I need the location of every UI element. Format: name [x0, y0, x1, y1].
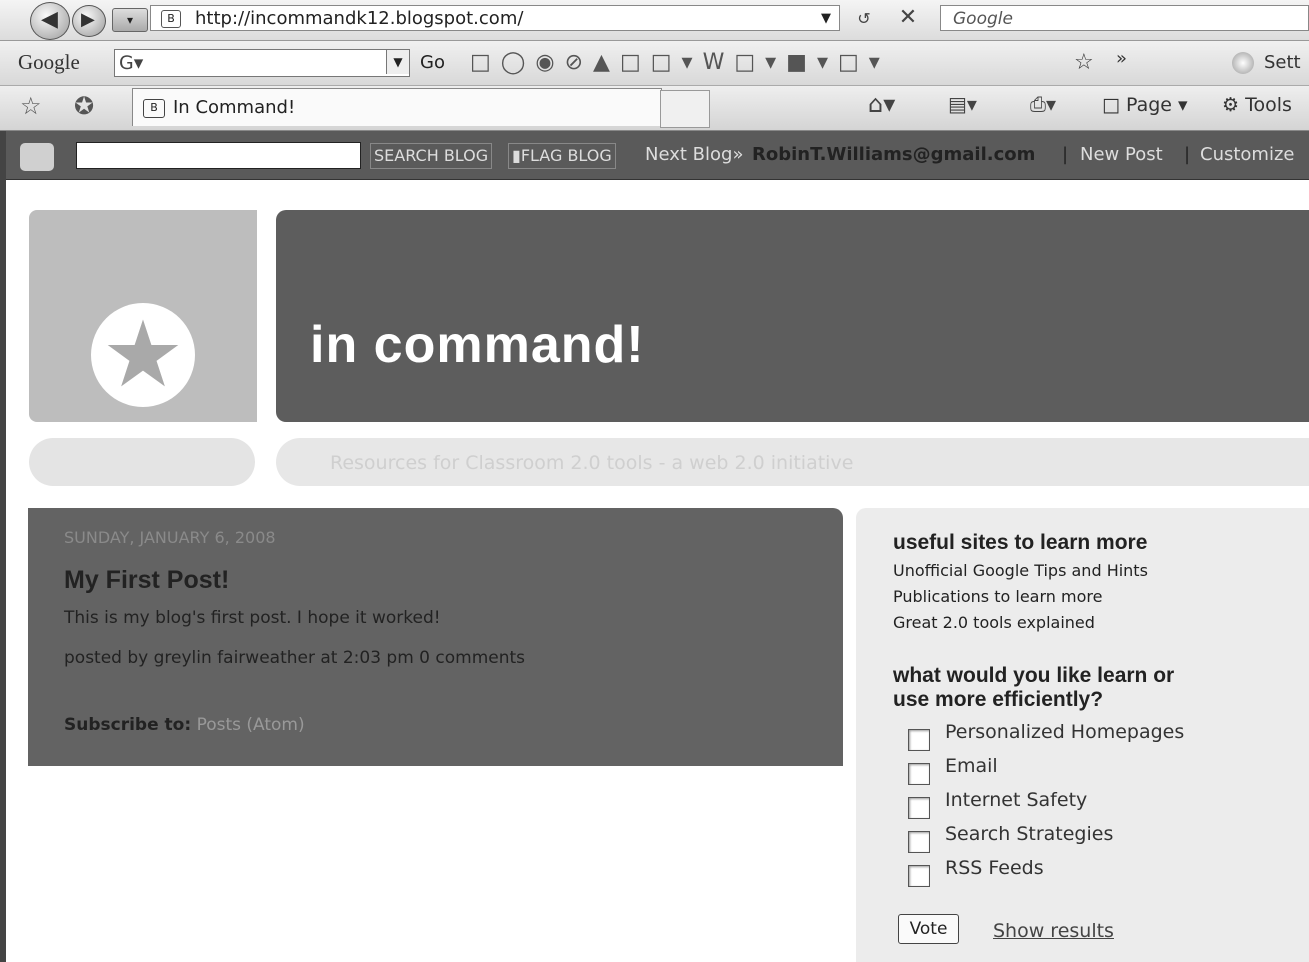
tab-title: In Command!	[173, 97, 296, 118]
print-icon[interactable]: ⎙▾	[1030, 92, 1056, 116]
poll-heading: what would you like learn or	[893, 664, 1175, 687]
forward-button[interactable]: ▶	[72, 5, 106, 37]
poll-checkbox[interactable]	[908, 763, 930, 785]
poll-option-label: Email	[945, 755, 998, 777]
feed-icon[interactable]: ▤▾	[948, 92, 977, 116]
user-email: RobinT.Williams@gmail.com	[752, 144, 1036, 165]
url-dropdown-icon[interactable]: ▼	[821, 6, 831, 32]
blog-search-input[interactable]	[76, 142, 361, 169]
google-toolbar-logo: Google	[18, 50, 80, 74]
poll-checkbox[interactable]	[908, 729, 930, 751]
toolbar-icons[interactable]: □◯◉⊘▲□□▾W□▾■▾□▾	[470, 50, 890, 75]
post-date: SUNDAY, JANUARY 6, 2008	[64, 528, 276, 547]
poll-checkbox[interactable]	[908, 797, 930, 819]
poll-option-label: Personalized Homepages	[945, 721, 1185, 743]
sidebar-link[interactable]: Unofficial Google Tips and Hints	[893, 561, 1148, 580]
back-button[interactable]: ◀	[30, 2, 70, 40]
page-icon: B	[143, 99, 165, 118]
blog-description: Resources for Classroom 2.0 tools - a we…	[330, 452, 854, 474]
url-input[interactable]: B http://incommandk12.blogspot.com/ ▼	[150, 5, 840, 31]
next-blog-link[interactable]: Next Blog»	[645, 143, 743, 167]
stop-icon[interactable]: ✕	[890, 5, 926, 31]
subscribe-label: Subscribe to:	[64, 715, 192, 735]
new-tab-button[interactable]	[660, 90, 710, 128]
page-icon: B	[161, 10, 181, 28]
url-text: http://incommandk12.blogspot.com/	[195, 8, 524, 29]
blog-title[interactable]: in command!	[310, 315, 645, 375]
links-heading: useful sites to learn more	[893, 531, 1148, 554]
subscribe-link[interactable]: Posts (Atom)	[197, 715, 305, 735]
page-menu[interactable]: □ Page ▾	[1102, 94, 1188, 116]
navbar-separator: |	[1062, 144, 1069, 165]
search-blog-button[interactable]: SEARCH BLOG	[370, 143, 493, 169]
flag-blog-button[interactable]: ▮FLAG BLOG	[508, 143, 616, 169]
post-footer: posted by greylin fairweather at 2:03 pm…	[64, 648, 526, 668]
gear-icon: ⚙	[1222, 94, 1240, 116]
forward-icon: ▶	[81, 9, 95, 30]
header-description-pill-left	[29, 438, 255, 486]
star-icon: ★	[91, 303, 195, 407]
history-dropdown[interactable]: ▾	[112, 8, 148, 32]
favorites-star-icon[interactable]: ☆	[20, 92, 42, 120]
go-button[interactable]: Go	[420, 52, 445, 73]
poll-heading-line2: use more efficiently?	[893, 688, 1104, 711]
home-icon[interactable]: ⌂▾	[868, 90, 895, 118]
google-g-icon: G▾	[119, 52, 144, 74]
window-edge	[0, 131, 6, 962]
vote-button[interactable]: Vote	[898, 914, 959, 944]
show-results-link[interactable]: Show results	[993, 920, 1114, 942]
toolbar-search-dropdown-icon[interactable]: ▼	[386, 50, 409, 74]
poll-option-label: Internet Safety	[945, 789, 1088, 811]
toolbar-search-input[interactable]: G▾ ▼	[114, 49, 410, 77]
back-icon: ◀	[41, 7, 58, 32]
blogger-logo-icon[interactable]	[20, 143, 54, 171]
flag-icon: ▮	[512, 146, 521, 165]
settings-icon[interactable]	[1232, 52, 1254, 74]
toolbar-more-button[interactable]: »	[1116, 48, 1127, 69]
refresh-icon[interactable]: ↺	[846, 8, 882, 30]
tools-menu[interactable]: ⚙ Tools	[1222, 94, 1292, 116]
navbar-separator: |	[1184, 144, 1191, 165]
post-title[interactable]: My First Post!	[64, 566, 229, 595]
poll-option-label: Search Strategies	[945, 823, 1114, 845]
post-body: This is my blog's first post. I hope it …	[64, 608, 441, 628]
flag-blog-label: FLAG BLOG	[520, 146, 612, 165]
add-favorites-icon[interactable]: ✪	[74, 92, 94, 120]
tab-in-command[interactable]: B In Command!	[132, 88, 662, 126]
customize-link[interactable]: Customize	[1200, 143, 1294, 167]
new-post-link[interactable]: New Post	[1080, 143, 1163, 167]
subscribe-line: Subscribe to: Posts (Atom)	[64, 715, 305, 735]
poll-checkbox[interactable]	[908, 865, 930, 887]
poll-checkbox[interactable]	[908, 831, 930, 853]
bookmark-star-icon[interactable]: ☆	[1074, 50, 1094, 75]
browser-search-input[interactable]: Google	[940, 5, 1309, 31]
page-menu-label: Page	[1126, 94, 1172, 116]
sidebar-link[interactable]: Great 2.0 tools explained	[893, 613, 1095, 632]
sidebar-link[interactable]: Publications to learn more	[893, 587, 1102, 606]
tools-menu-label: Tools	[1245, 94, 1292, 116]
settings-button[interactable]: Sett	[1264, 52, 1301, 73]
poll-option-label: RSS Feeds	[945, 857, 1044, 879]
